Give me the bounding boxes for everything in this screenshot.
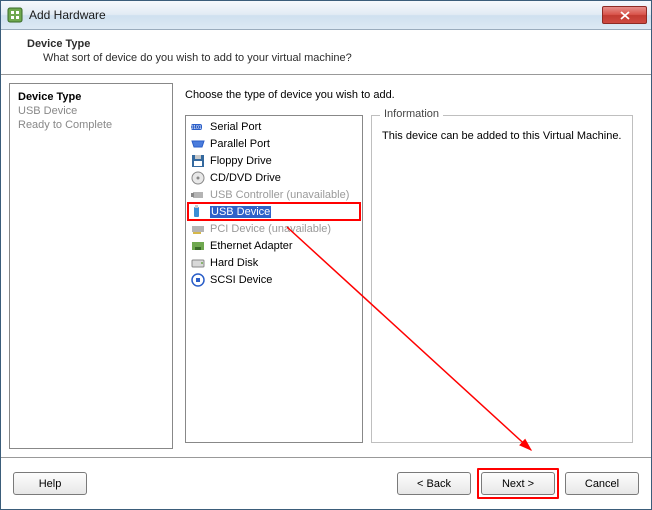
wizard-step-ready[interactable]: Ready to Complete <box>18 118 164 132</box>
add-hardware-window: Add Hardware Device Type What sort of de… <box>0 0 652 510</box>
close-button[interactable] <box>602 6 647 24</box>
wizard-step-device-type[interactable]: Device Type <box>18 90 164 104</box>
list-item-ethernet-adapter[interactable]: Ethernet Adapter <box>188 237 360 254</box>
device-label: Serial Port <box>210 121 261 133</box>
scsi-icon <box>190 272 206 288</box>
wizard-header: Device Type What sort of device do you w… <box>1 30 651 75</box>
wizard-footer: Help < Back Next > Cancel <box>1 457 651 509</box>
header-description: What sort of device do you wish to add t… <box>43 52 637 64</box>
wizard-steps-panel: Device Type USB Device Ready to Complete <box>9 83 173 449</box>
svg-text:0101: 0101 <box>190 125 201 131</box>
information-text: This device can be added to this Virtual… <box>382 130 622 142</box>
device-label: USB Controller (unavailable) <box>210 189 349 201</box>
help-button[interactable]: Help <box>13 472 87 495</box>
device-label: Hard Disk <box>210 257 258 269</box>
list-item-cddvd-drive[interactable]: CD/DVD Drive <box>188 169 360 186</box>
wizard-main-panel: Choose the type of device you wish to ad… <box>173 83 643 449</box>
usb-controller-icon <box>190 187 206 203</box>
ethernet-icon <box>190 238 206 254</box>
list-item-pci-device[interactable]: PCI Device (unavailable) <box>188 220 360 237</box>
information-box: Information This device can be added to … <box>371 115 633 443</box>
wizard-step-usb-device[interactable]: USB Device <box>18 104 164 118</box>
parallel-port-icon <box>190 136 206 152</box>
device-label: Parallel Port <box>210 138 270 150</box>
harddisk-icon <box>190 255 206 271</box>
app-icon <box>7 7 23 23</box>
device-label: Ethernet Adapter <box>210 240 293 252</box>
floppy-icon <box>190 153 206 169</box>
information-legend: Information <box>380 108 443 120</box>
window-title: Add Hardware <box>29 8 602 22</box>
header-title: Device Type <box>27 38 637 50</box>
list-item-usb-device[interactable]: USB Device <box>188 203 360 220</box>
cancel-button[interactable]: Cancel <box>565 472 639 495</box>
device-label: PCI Device (unavailable) <box>210 223 331 235</box>
titlebar: Add Hardware <box>1 1 651 30</box>
list-item-parallel-port[interactable]: Parallel Port <box>188 135 360 152</box>
prompt-text: Choose the type of device you wish to ad… <box>185 89 633 101</box>
next-button-highlight: Next > <box>477 468 559 499</box>
list-item-hard-disk[interactable]: Hard Disk <box>188 254 360 271</box>
cd-icon <box>190 170 206 186</box>
device-type-list[interactable]: 0101 Serial Port Parallel Port Floppy Dr… <box>185 115 363 443</box>
device-label: SCSI Device <box>210 274 272 286</box>
wizard-content: Device Type USB Device Ready to Complete… <box>1 75 651 457</box>
list-item-scsi-device[interactable]: SCSI Device <box>188 271 360 288</box>
back-button[interactable]: < Back <box>397 472 471 495</box>
list-item-serial-port[interactable]: 0101 Serial Port <box>188 118 360 135</box>
serial-port-icon: 0101 <box>190 119 206 135</box>
device-label: USB Device <box>210 206 271 218</box>
usb-device-icon <box>190 204 206 220</box>
list-item-usb-controller[interactable]: USB Controller (unavailable) <box>188 186 360 203</box>
device-label: CD/DVD Drive <box>210 172 281 184</box>
next-button[interactable]: Next > <box>481 472 555 495</box>
list-item-floppy-drive[interactable]: Floppy Drive <box>188 152 360 169</box>
pci-icon <box>190 221 206 237</box>
device-label: Floppy Drive <box>210 155 272 167</box>
